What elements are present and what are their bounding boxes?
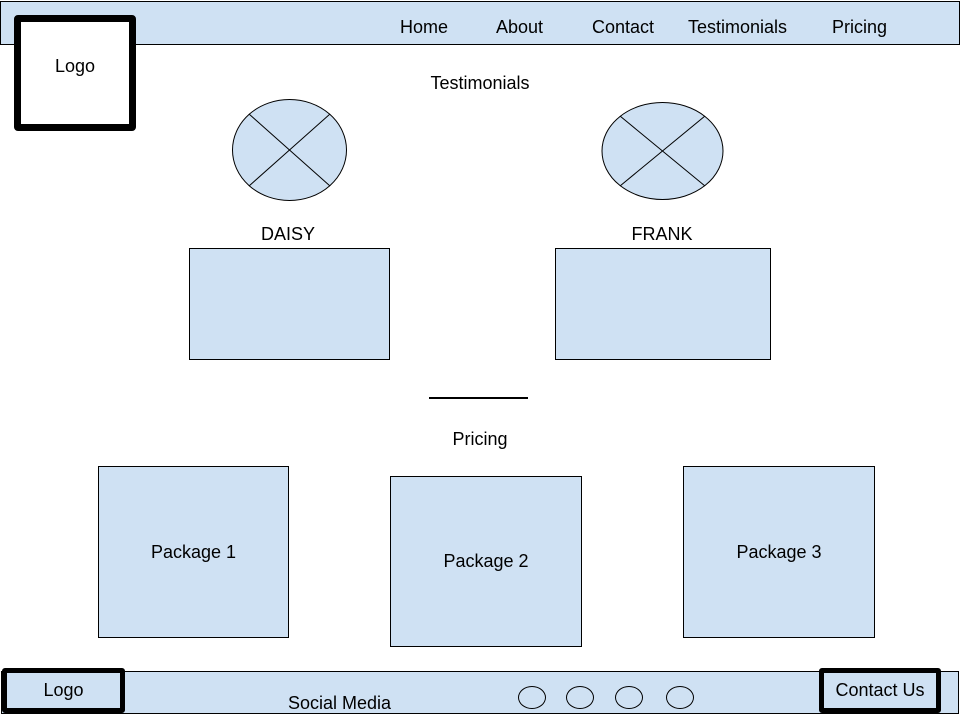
- footer-logo[interactable]: Logo: [2, 668, 125, 713]
- package-1-label: Package 1: [150, 541, 237, 562]
- header-bar: [0, 1, 960, 45]
- section-divider: [429, 397, 528, 399]
- header-logo[interactable]: Logo: [14, 15, 136, 131]
- package-2-card[interactable]: Package 2: [390, 476, 582, 647]
- testimonial-name-daisy: DAISY: [260, 224, 316, 244]
- testimonial-name-frank: FRANK: [631, 224, 693, 244]
- footer-logo-label: Logo: [43, 680, 84, 700]
- package-3-label: Package 3: [736, 541, 822, 562]
- testimonial-text-box-daisy: [189, 248, 390, 360]
- package-3-card[interactable]: Package 3: [683, 466, 875, 638]
- social-icon-4[interactable]: [666, 686, 694, 709]
- daisy-avatar-placeholder-icon: [232, 99, 347, 201]
- nav-pricing[interactable]: Pricing: [832, 17, 887, 37]
- social-icon-2[interactable]: [566, 686, 594, 709]
- contact-us-button[interactable]: Contact Us: [819, 668, 941, 713]
- package-2-label: Package 2: [443, 551, 529, 571]
- nav-contact[interactable]: Contact: [592, 17, 654, 37]
- header-logo-label: Logo: [54, 55, 96, 76]
- nav-about[interactable]: About: [496, 17, 543, 37]
- testimonials-heading: Testimonials: [430, 73, 530, 93]
- social-icon-1[interactable]: [518, 686, 546, 709]
- nav-home[interactable]: Home: [400, 17, 448, 37]
- contact-us-label: Contact Us: [835, 680, 925, 700]
- package-1-card[interactable]: Package 1: [98, 466, 289, 638]
- testimonial-text-box-frank: [555, 248, 771, 360]
- footer-bar: [1, 671, 959, 714]
- social-icon-3[interactable]: [615, 686, 643, 709]
- social-media-label: Social Media: [288, 693, 392, 713]
- frank-avatar-placeholder-icon: [601, 102, 724, 200]
- nav-testimonials[interactable]: Testimonials: [688, 17, 787, 37]
- pricing-heading: Pricing: [452, 429, 508, 449]
